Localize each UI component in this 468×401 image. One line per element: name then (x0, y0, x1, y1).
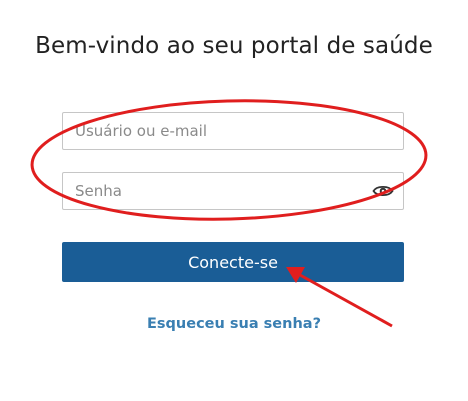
eye-icon[interactable] (372, 182, 394, 200)
password-input[interactable] (63, 173, 365, 209)
login-button[interactable]: Conecte-se (62, 242, 404, 282)
page-title: Bem-vindo ao seu portal de saúde (35, 33, 433, 60)
forgot-password-link[interactable]: Esqueceu sua senha? (0, 316, 468, 332)
password-field[interactable] (62, 172, 404, 210)
username-field[interactable] (62, 112, 404, 150)
username-input[interactable] (63, 113, 365, 149)
